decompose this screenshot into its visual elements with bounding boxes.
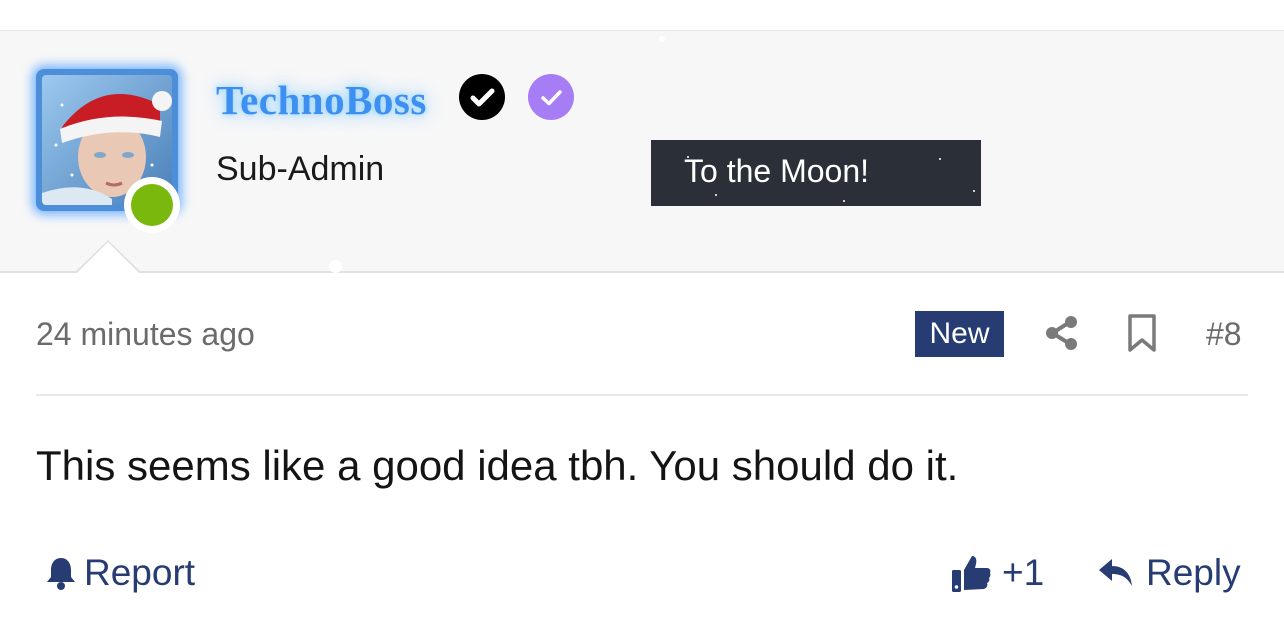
thumbs-up-icon bbox=[952, 556, 991, 592]
user-title: Sub-Admin bbox=[216, 150, 385, 188]
snow-sparkle bbox=[659, 36, 665, 42]
reply-label: Reply bbox=[1146, 552, 1241, 593]
bookmark-icon[interactable] bbox=[1124, 313, 1160, 353]
report-button[interactable]: Report bbox=[44, 551, 195, 595]
reply-button[interactable]: Reply bbox=[1096, 551, 1241, 595]
avatar-frame[interactable] bbox=[36, 69, 180, 233]
report-label: Report bbox=[84, 552, 196, 593]
banner-sparkle bbox=[939, 158, 941, 160]
divider bbox=[36, 394, 1248, 396]
post-number[interactable]: #8 bbox=[1206, 314, 1242, 354]
like-button[interactable]: +1 bbox=[950, 551, 1044, 595]
staff-check-icon bbox=[528, 74, 574, 120]
post-timestamp[interactable]: 24 minutes ago bbox=[36, 314, 255, 354]
new-badge: New bbox=[915, 311, 1004, 357]
top-strip bbox=[0, 0, 1284, 32]
like-count: +1 bbox=[1002, 552, 1045, 593]
online-status-indicator bbox=[124, 177, 180, 233]
user-banner: To the Moon! bbox=[651, 140, 981, 206]
username[interactable]: TechnoBoss bbox=[216, 75, 427, 125]
post-body: This seems like a good idea tbh. You sho… bbox=[36, 442, 959, 489]
banner-sparkle bbox=[687, 156, 689, 158]
header-pointer bbox=[74, 240, 142, 274]
reply-icon bbox=[1099, 559, 1132, 586]
snow-sparkle bbox=[329, 260, 342, 273]
banner-sparkle bbox=[715, 194, 717, 196]
user-banner-text: To the Moon! bbox=[684, 153, 869, 189]
share-icon[interactable] bbox=[1042, 313, 1082, 353]
bell-icon bbox=[47, 558, 75, 590]
verified-check-icon bbox=[459, 74, 505, 120]
user-header: TechnoBoss Sub-Admin To the Moon! bbox=[0, 31, 1284, 274]
banner-sparkle bbox=[973, 190, 975, 192]
banner-sparkle bbox=[843, 200, 845, 202]
